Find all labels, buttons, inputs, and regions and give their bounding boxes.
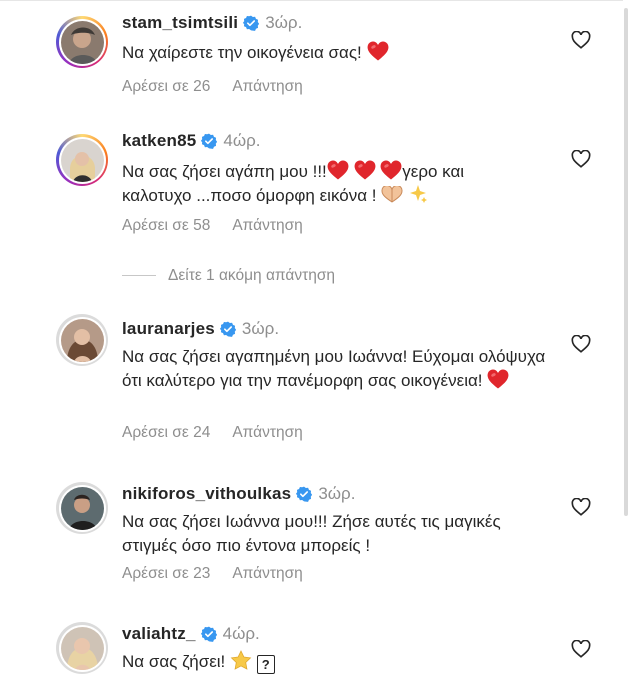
- comment-text: Να σας ζήσει αγάπη μου !!! γερο και καλο…: [122, 160, 562, 208]
- username[interactable]: valiahtz_: [122, 624, 196, 643]
- comment-text: Να χαίρεστε την οικογένεια σας!: [122, 41, 542, 65]
- comment-text-line1: Να σας ζήσει αγάπη μου !!!: [122, 162, 327, 181]
- comment-text-body: Να χαίρεστε την οικογένεια σας!: [122, 43, 362, 62]
- avatar[interactable]: [56, 482, 108, 534]
- avatar[interactable]: [56, 134, 108, 186]
- top-divider: [0, 0, 629, 1]
- timestamp[interactable]: 3ώρ.: [318, 484, 355, 503]
- comment-text-line1-tail: γερο και: [402, 162, 465, 181]
- avatar[interactable]: [56, 16, 108, 68]
- verified-badge-icon: [220, 321, 236, 337]
- like-heart-icon[interactable]: [571, 150, 591, 168]
- username[interactable]: katken85: [122, 131, 196, 150]
- likes-count[interactable]: Αρέσει σε 23: [122, 565, 210, 582]
- view-more-replies[interactable]: Δείτε 1 ακόμη απάντηση: [122, 267, 335, 285]
- timestamp[interactable]: 4ώρ.: [223, 624, 260, 643]
- verified-badge-icon: [201, 626, 217, 642]
- star-icon: [230, 650, 252, 670]
- red-heart-icon: [487, 369, 509, 389]
- comment-text: Να σας ζήσει αγαπημένη μου Ιωάννα! Εύχομ…: [122, 345, 547, 393]
- reply-button[interactable]: Απάντηση: [232, 424, 302, 441]
- timestamp[interactable]: 3ώρ.: [265, 13, 302, 32]
- timestamp[interactable]: 3ώρ.: [242, 319, 279, 338]
- timestamp[interactable]: 4ώρ.: [223, 131, 260, 150]
- scrollbar[interactable]: [623, 0, 629, 685]
- avatar[interactable]: [56, 314, 108, 366]
- replies-divider: [122, 275, 156, 277]
- reply-button[interactable]: Απάντηση: [232, 78, 302, 95]
- comment-text-line2: καλοτυχο ...ποσο όμορφη εικόνα !: [122, 186, 377, 205]
- username[interactable]: stam_tsimtsili: [122, 13, 238, 32]
- comment-text-body: Να σας ζήσει αγαπημένη μου Ιωάννα! Εύχομ…: [122, 347, 546, 390]
- scrollbar-thumb[interactable]: [624, 8, 628, 516]
- like-heart-icon[interactable]: [571, 498, 591, 516]
- like-heart-icon[interactable]: [571, 335, 591, 353]
- avatar[interactable]: [56, 622, 108, 674]
- red-heart-icon: [354, 160, 376, 180]
- comment-text: Να σας ζήσει! ?: [122, 650, 542, 674]
- like-heart-icon[interactable]: [571, 31, 591, 49]
- reply-button[interactable]: Απάντηση: [232, 217, 302, 234]
- like-heart-icon[interactable]: [571, 640, 591, 658]
- reply-button[interactable]: Απάντηση: [232, 565, 302, 582]
- likes-count[interactable]: Αρέσει σε 26: [122, 78, 210, 95]
- likes-count[interactable]: Αρέσει σε 58: [122, 217, 210, 234]
- comment-text-body: Να σας ζήσει Ιωάννα μου!!! Ζήσε αυτές τι…: [122, 512, 501, 555]
- red-heart-icon: [380, 160, 402, 180]
- username[interactable]: lauranarjes: [122, 319, 215, 338]
- verified-badge-icon: [296, 486, 312, 502]
- red-heart-icon: [367, 41, 389, 61]
- heart-hands-icon: [381, 186, 403, 203]
- verified-badge-icon: [201, 133, 217, 149]
- unknown-glyph-icon: ?: [256, 655, 275, 674]
- view-more-replies-label[interactable]: Δείτε 1 ακόμη απάντηση: [168, 267, 335, 284]
- likes-count[interactable]: Αρέσει σε 24: [122, 424, 210, 441]
- username[interactable]: nikiforos_vithoulkas: [122, 484, 291, 503]
- sparkles-icon: [409, 185, 427, 203]
- red-heart-icon: [327, 160, 349, 180]
- comment-text-body: Να σας ζήσει!: [122, 652, 226, 671]
- verified-badge-icon: [243, 15, 259, 31]
- comment-text: Να σας ζήσει Ιωάννα μου!!! Ζήσε αυτές τι…: [122, 510, 532, 558]
